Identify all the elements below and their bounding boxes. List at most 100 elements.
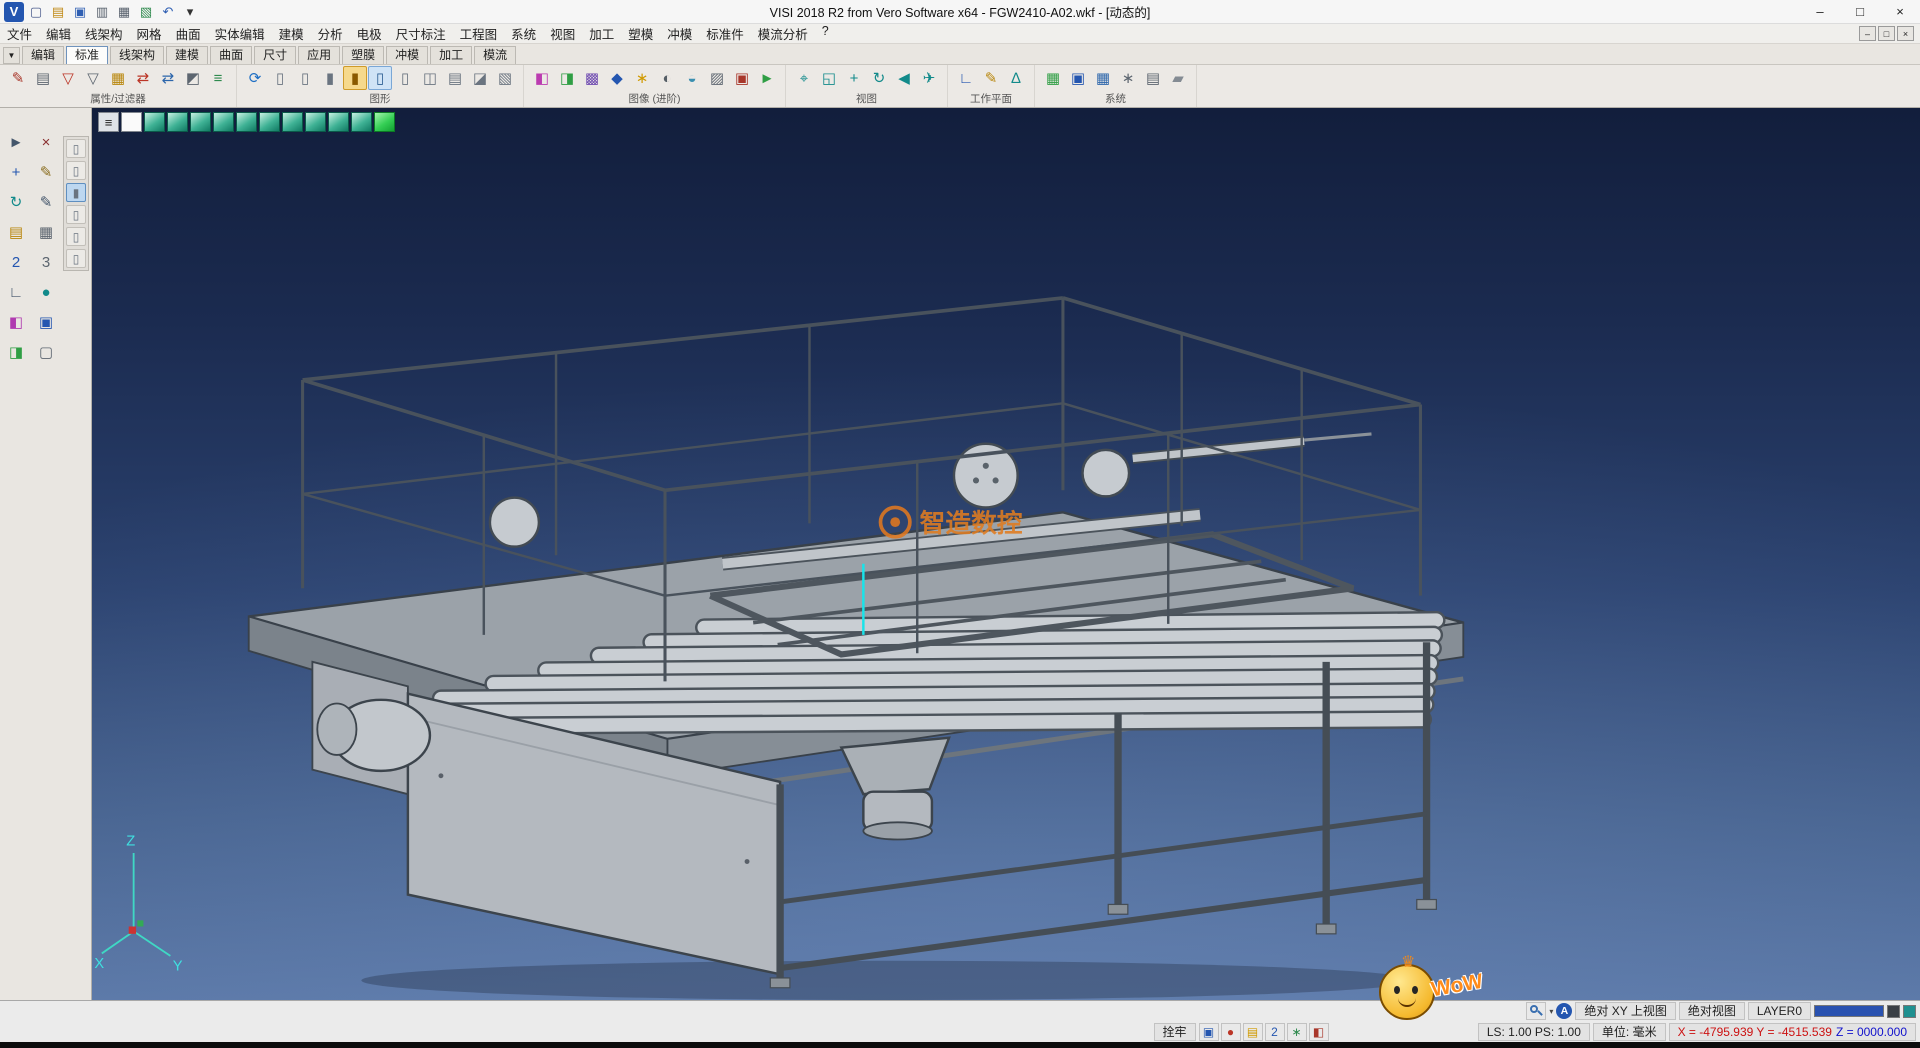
qa-dropdown-icon[interactable]: ▾ — [180, 2, 200, 22]
notepad-icon[interactable]: ▦ — [34, 220, 58, 244]
menu-item[interactable]: ? — [815, 24, 836, 43]
axonometric-view-icon[interactable] — [144, 112, 165, 132]
filter-layer-icon[interactable]: ▦ — [106, 66, 130, 90]
left-view-icon[interactable] — [213, 112, 234, 132]
attributes-icon[interactable]: ✎ — [6, 66, 30, 90]
shaded-edges-icon[interactable]: ▮ — [343, 66, 367, 90]
ribbon-tab[interactable]: 编辑 — [22, 46, 64, 64]
edit-geometry-icon[interactable]: ✎ — [34, 160, 58, 184]
mode-3d-icon[interactable]: 3 — [34, 250, 58, 274]
options-icon[interactable]: ∗ — [1116, 66, 1140, 90]
search-caret-icon[interactable]: ▾ — [1549, 1007, 1553, 1016]
sketch-tool-icon[interactable]: ✎ — [34, 190, 58, 214]
view-menu-icon[interactable]: ≡ — [98, 112, 119, 132]
menu-item[interactable]: 电极 — [350, 24, 389, 43]
open-file-icon[interactable]: ▤ — [48, 2, 68, 22]
material-icon[interactable]: ◆ — [605, 66, 629, 90]
workplane-align-icon[interactable]: ∆ — [1004, 66, 1028, 90]
ghost-icon[interactable]: ▧ — [493, 66, 517, 90]
quick-filter-icon[interactable]: ◩ — [181, 66, 205, 90]
swatch-teal[interactable] — [1903, 1005, 1916, 1018]
attribute-brush-icon[interactable]: ▤ — [31, 66, 55, 90]
bottom-view-icon[interactable] — [282, 112, 303, 132]
layer-color-bar[interactable] — [1814, 1005, 1884, 1017]
snapshot-icon[interactable]: ▣ — [730, 66, 754, 90]
shadow-icon[interactable]: ◐ — [655, 66, 679, 90]
capture-screen-icon[interactable]: ▧ — [136, 2, 156, 22]
iso-se-view-icon[interactable] — [351, 112, 372, 132]
shaded-icon[interactable]: ▮ — [318, 66, 342, 90]
close-button[interactable]: × — [1880, 0, 1920, 23]
record-icon[interactable]: ● — [1221, 1023, 1241, 1041]
active-layer-cell[interactable]: LAYER0 — [1748, 1002, 1811, 1020]
menu-item[interactable]: 尺寸标注 — [389, 24, 453, 43]
menu-item[interactable]: 塑模 — [621, 24, 660, 43]
ribbon-tab[interactable]: 标准 — [66, 46, 108, 64]
print-preview-icon[interactable]: ▦ — [114, 2, 134, 22]
texture-icon[interactable]: ▩ — [580, 66, 604, 90]
app-logo-icon[interactable]: V — [4, 2, 24, 22]
menu-item[interactable]: 冲模 — [660, 24, 699, 43]
menu-item[interactable]: 模流分析 — [751, 24, 815, 43]
menu-item[interactable]: 视图 — [543, 24, 582, 43]
menu-item[interactable]: 建模 — [272, 24, 311, 43]
view-mode-cell[interactable]: 绝对 XY 上视图 — [1575, 1002, 1675, 1020]
fly-view-icon[interactable]: ✈ — [917, 66, 941, 90]
menu-item[interactable]: 工程图 — [453, 24, 505, 43]
swap-select-icon[interactable]: ⇄ — [131, 66, 155, 90]
ribbon-tab[interactable]: 塑膜 — [342, 46, 384, 64]
menu-item[interactable]: 文件 — [0, 24, 39, 43]
save-view-icon[interactable]: ▣ — [34, 310, 58, 334]
search-icon[interactable] — [1526, 1002, 1546, 1020]
ribbon-tab[interactable]: 应用 — [298, 46, 340, 64]
ribbon-tab[interactable]: 建模 — [166, 46, 208, 64]
zoom-all-icon[interactable]: ⌖ — [792, 66, 816, 90]
layer-list-icon[interactable]: ▤ — [4, 220, 28, 244]
database-icon[interactable]: ▤ — [1141, 66, 1165, 90]
rotate-tool-icon[interactable]: ↻ — [4, 190, 28, 214]
right-view-icon[interactable] — [236, 112, 257, 132]
top-view-icon[interactable] — [121, 112, 142, 132]
iso-ne-view-icon[interactable] — [305, 112, 326, 132]
background-icon[interactable]: ▨ — [705, 66, 729, 90]
workplane-edit-icon[interactable]: ✎ — [979, 66, 1003, 90]
shaded-iso-view-icon[interactable] — [374, 112, 395, 132]
rotate-view-icon[interactable]: ↻ — [867, 66, 891, 90]
swatch-dark[interactable] — [1887, 1005, 1900, 1018]
ribbon-tab[interactable]: 尺寸 — [254, 46, 296, 64]
menu-item[interactable]: 实体编辑 — [208, 24, 272, 43]
trim-tool-icon[interactable]: × — [34, 130, 58, 154]
mdi-restore-button[interactable]: □ — [1878, 26, 1895, 41]
previous-view-icon[interactable]: ◀ — [892, 66, 916, 90]
animate-icon[interactable]: ► — [755, 66, 779, 90]
menu-item[interactable]: 分析 — [311, 24, 350, 43]
menu-item[interactable]: 系统 — [504, 24, 543, 43]
maximize-button[interactable]: □ — [1840, 0, 1880, 23]
menu-item[interactable]: 网格 — [130, 24, 169, 43]
top-cube-view-icon[interactable] — [259, 112, 280, 132]
undo-icon[interactable]: ↶ — [158, 2, 178, 22]
save-file-icon[interactable]: ▣ — [70, 2, 90, 22]
layer-manager-icon[interactable]: ▦ — [1041, 66, 1065, 90]
display-lock-icon[interactable]: ▣ — [1199, 1023, 1219, 1041]
display-slot-2-icon[interactable]: ▯ — [66, 161, 86, 180]
menu-item[interactable]: 曲面 — [169, 24, 208, 43]
iso-nw-view-icon[interactable] — [328, 112, 349, 132]
export-image-icon[interactable]: ▤ — [1243, 1023, 1263, 1041]
menu-item[interactable]: 加工 — [582, 24, 621, 43]
print-icon[interactable]: ▥ — [92, 2, 112, 22]
display-settings-icon[interactable]: ▣ — [1066, 66, 1090, 90]
palette-b-icon[interactable]: ◨ — [4, 340, 28, 364]
grid-icon[interactable]: ▦ — [1091, 66, 1115, 90]
mode-2d-icon[interactable]: 2 — [4, 250, 28, 274]
viewport-canvas[interactable]: ≡ — [92, 108, 1920, 1000]
display-slot-5-icon[interactable]: ▯ — [66, 227, 86, 246]
display-slot-1-icon[interactable]: ▯ — [66, 139, 86, 158]
transparency-icon[interactable]: ◒ — [680, 66, 704, 90]
doc-2-icon[interactable]: 2 — [1265, 1023, 1285, 1041]
plane-display-icon[interactable]: ▰ — [1166, 66, 1190, 90]
render-green-icon[interactable]: ◨ — [555, 66, 579, 90]
display-slot-6-icon[interactable]: ▯ — [66, 249, 86, 268]
regenerate-icon[interactable]: ⟳ — [243, 66, 267, 90]
tab-dropdown-icon[interactable]: ▼ — [3, 47, 20, 64]
